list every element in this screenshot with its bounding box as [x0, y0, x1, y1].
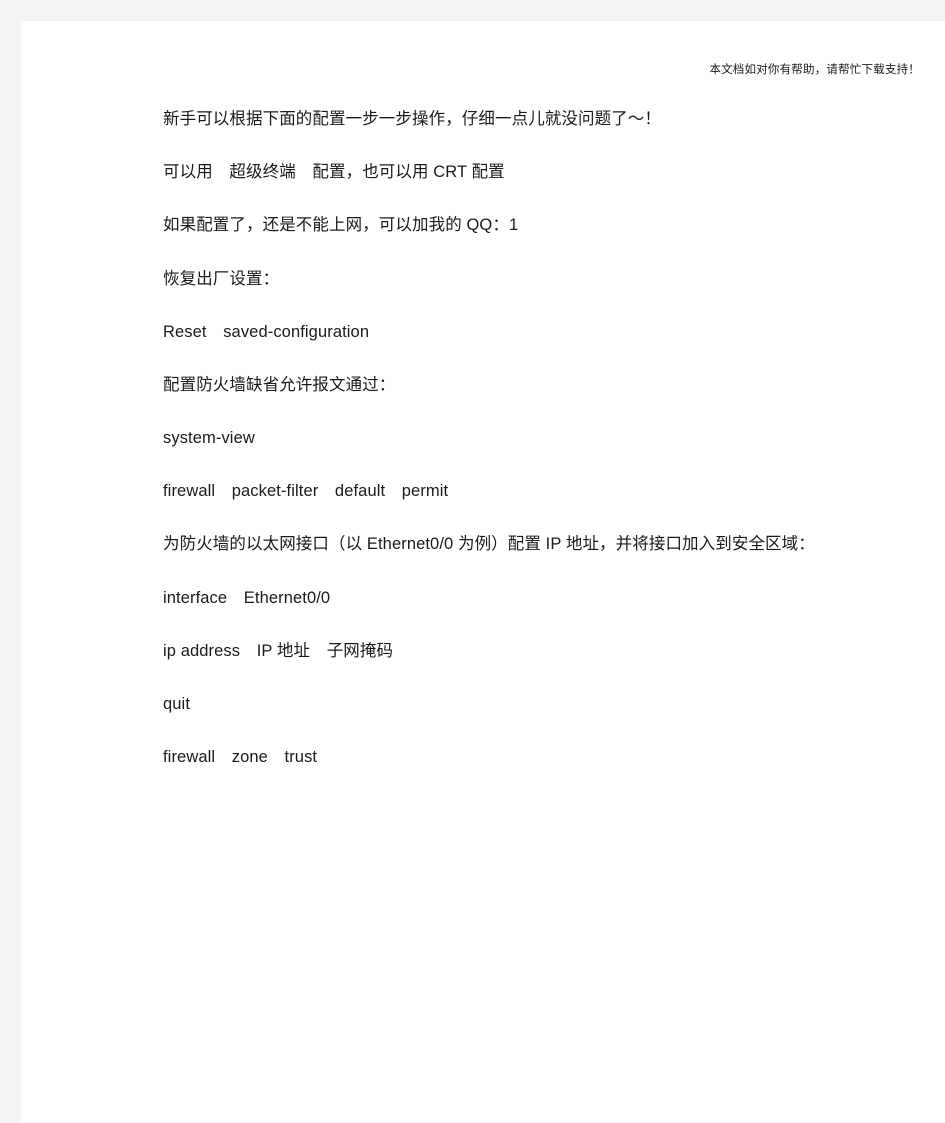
paragraph-intro: 新手可以根据下面的配置一步一步操作，仔细一点儿就没问题了～！	[163, 110, 661, 128]
command-ip-address: ip address IP 地址 子网掩码	[163, 641, 394, 660]
command-interface-ethernet: interface Ethernet0/0	[163, 588, 331, 607]
command-reset-saved-configuration: Reset saved-configuration	[163, 322, 370, 341]
command-firewall-packet-filter: firewall packet-filter default permit	[163, 482, 449, 501]
heading-interface-ip-configuration: 为防火墙的以太网接口（以 Ethernet0/0 为例）配置 IP 地址，并将接…	[163, 535, 815, 554]
heading-restore-factory-settings: 恢复出厂设置：	[163, 269, 280, 288]
paragraph-tools: 可以用 超级终端 配置，也可以用 CRT 配置	[163, 163, 505, 182]
command-quit: quit	[163, 694, 191, 713]
document-page: 本文档如对你有帮助，请帮忙下载支持！ 新手可以根据下面的配置一步一步操作，仔细一…	[21, 21, 945, 1123]
heading-firewall-default-permit: 配置防火墙缺省允许报文通过：	[163, 375, 396, 394]
command-system-view: system-view	[163, 429, 255, 448]
command-firewall-zone-trust: firewall zone trust	[163, 748, 318, 767]
document-body: 新手可以根据下面的配置一步一步操作，仔细一点儿就没问题了～！ 可以用 超级终端 …	[163, 103, 863, 773]
document-header-note: 本文档如对你有帮助，请帮忙下载支持！	[709, 64, 920, 76]
paragraph-contact: 如果配置了，还是不能上网，可以加我的 QQ：1	[163, 216, 519, 235]
